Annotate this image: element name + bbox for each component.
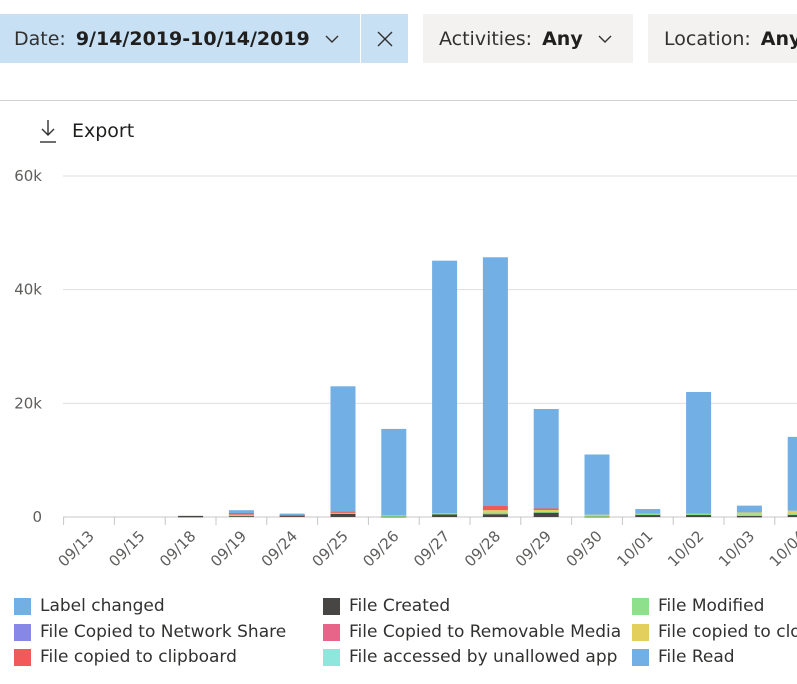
bar-segment[interactable]: [584, 454, 610, 515]
bar-segment[interactable]: [432, 260, 458, 514]
close-icon: [377, 31, 392, 46]
location-filter-value: Any: [760, 27, 797, 50]
legend-label: File copied to clou: [658, 622, 797, 642]
legend-swatch: [14, 597, 31, 615]
date-filter-label: Date:: [14, 27, 66, 50]
legend-label: Label changed: [40, 596, 165, 616]
legend-swatch: [632, 597, 649, 615]
y-tick-label: 40k: [14, 281, 42, 299]
bar-segment[interactable]: [228, 513, 254, 515]
x-tick-label: 09/19: [207, 527, 250, 570]
bar-segment[interactable]: [686, 513, 712, 516]
legend-label: File Modified: [658, 596, 765, 616]
bar-segment[interactable]: [533, 512, 559, 517]
bar-segment[interactable]: [482, 257, 508, 506]
x-tick-label: 09/28: [461, 527, 504, 570]
legend-label: File Created: [349, 596, 451, 616]
date-filter[interactable]: Date: 9/14/2019-10/14/2019: [0, 14, 360, 63]
bar-segment[interactable]: [736, 505, 762, 513]
legend-item[interactable]: File copied to clou: [632, 622, 797, 642]
bar-segment[interactable]: [482, 512, 508, 515]
bar-segment[interactable]: [228, 514, 254, 517]
clear-date-filter-button[interactable]: [360, 14, 408, 63]
bar-segment[interactable]: [381, 428, 407, 516]
x-tick-label: 09/13: [55, 527, 98, 570]
bar-segment[interactable]: [228, 510, 254, 514]
legend-item[interactable]: File Copied to Network Share: [14, 622, 286, 642]
bar-segment[interactable]: [381, 515, 407, 517]
bar-segment[interactable]: [584, 514, 610, 517]
bar-segment[interactable]: [482, 514, 508, 517]
bar-segment[interactable]: [279, 513, 305, 516]
legend-item[interactable]: Label changed: [14, 596, 165, 616]
x-tick-label: 09/24: [258, 527, 301, 570]
bar-segment[interactable]: [482, 505, 508, 511]
x-tick-label: 09/15: [105, 527, 148, 570]
activities-filter-label: Activities:: [439, 27, 533, 50]
x-tick-label: 09/25: [309, 527, 352, 570]
bar-segment[interactable]: [736, 515, 762, 518]
legend-swatch: [632, 623, 649, 641]
x-tick-label: 09/26: [359, 527, 402, 570]
legend-item[interactable]: File Created: [323, 596, 450, 616]
bar-segment[interactable]: [635, 509, 661, 514]
legend-swatch: [323, 648, 340, 666]
location-filter-label: Location:: [664, 27, 751, 50]
divider: [0, 100, 797, 101]
legend-swatch: [323, 623, 340, 641]
bar-segment[interactable]: [533, 508, 559, 510]
bar-segment[interactable]: [432, 513, 458, 515]
x-tick-label: 09/18: [156, 527, 199, 570]
x-tick-label: 10/02: [664, 527, 707, 570]
bar-segment[interactable]: [787, 436, 797, 511]
bar-segment[interactable]: [787, 513, 797, 516]
export-button[interactable]: Export: [38, 118, 134, 144]
x-tick-label: 10/01: [613, 527, 656, 570]
chevron-down-icon: [598, 35, 612, 43]
legend-item[interactable]: File Modified: [632, 596, 764, 616]
legend-label: File Copied to Removable Media: [349, 622, 622, 642]
x-tick-label: 10/04: [766, 527, 797, 570]
legend-label: File Copied to Network Share: [40, 622, 287, 642]
legend-item[interactable]: File Copied to Removable Media: [323, 622, 621, 642]
location-filter[interactable]: Location: Any: [648, 14, 797, 63]
legend-label: File copied to clipboard: [40, 647, 237, 667]
download-icon: [40, 120, 56, 143]
bar-segment[interactable]: [736, 512, 762, 515]
legend-item[interactable]: File copied to clipboard: [14, 647, 237, 667]
chevron-down-icon: [325, 35, 339, 43]
x-tick-label: 09/29: [512, 527, 555, 570]
legend-label: File accessed by unallowed app: [349, 647, 618, 667]
y-tick-label: 0: [32, 508, 42, 526]
export-label: Export: [72, 120, 135, 142]
bar-segment[interactable]: [787, 510, 797, 514]
activities-filter-value: Any: [542, 27, 583, 50]
bar-segment[interactable]: [533, 511, 559, 513]
legend-swatch: [632, 648, 649, 666]
y-tick-label: 20k: [14, 394, 42, 412]
bar-segment[interactable]: [330, 386, 356, 512]
y-tick-label: 60k: [14, 167, 42, 185]
legend-swatch: [14, 623, 31, 641]
bar-segment[interactable]: [635, 513, 661, 516]
bar-segment[interactable]: [178, 515, 204, 518]
legend-item[interactable]: File accessed by unallowed app: [323, 647, 617, 667]
date-filter-value: 9/14/2019-10/14/2019: [75, 27, 310, 50]
x-tick-label: 10/03: [715, 527, 758, 570]
activities-filter[interactable]: Activities: Any: [423, 14, 633, 63]
legend-swatch: [14, 648, 31, 666]
activity-bar-chart: 020k40k60k 09/13 09/15 09/18 09/19 09/24 09/2…: [14, 167, 797, 570]
bar-segment[interactable]: [736, 514, 762, 516]
legend-swatch: [323, 597, 340, 615]
x-tick-label: 09/30: [563, 527, 606, 570]
bar-segment[interactable]: [533, 409, 559, 509]
x-tick-label: 09/27: [410, 527, 453, 570]
bar-segment[interactable]: [482, 510, 508, 513]
legend-item[interactable]: File Read: [632, 647, 735, 667]
bar-segment[interactable]: [330, 511, 356, 513]
legend-label: File Read: [658, 647, 735, 667]
bar-segment[interactable]: [686, 391, 712, 514]
